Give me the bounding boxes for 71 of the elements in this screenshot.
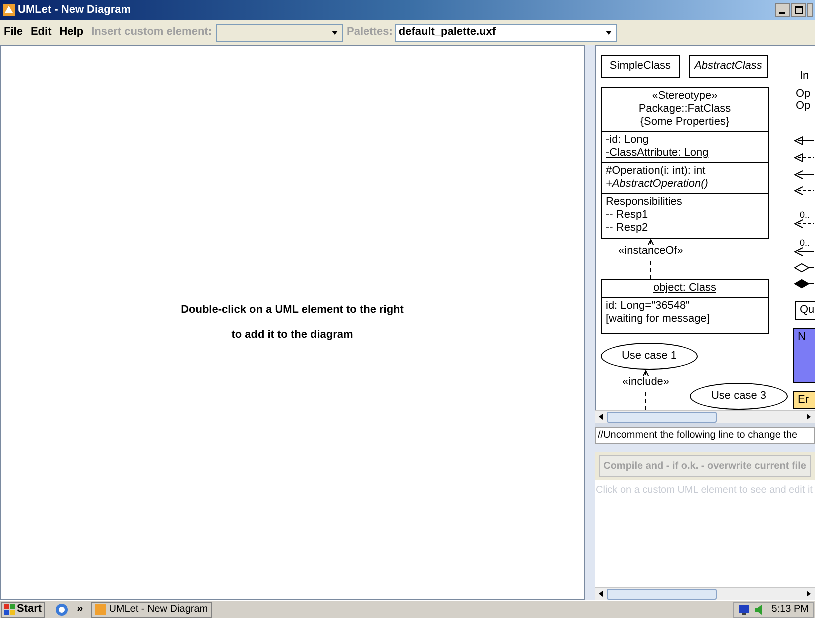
relation-arrow[interactable] [794,247,814,257]
dropdown-arrow-icon[interactable] [604,28,613,36]
speaker-icon [752,604,765,616]
multiplicity-label: 0.. [800,211,810,220]
uml-text: Responsibilities [606,196,684,209]
right-arrow-icon[interactable] [805,590,813,598]
uml-text: Op [796,88,811,101]
relation-arrow[interactable] [794,170,814,180]
app-icon [2,3,16,17]
relation-arrow[interactable] [794,219,814,229]
uml-text: [waiting for message] [606,313,711,326]
right-arrow-icon[interactable] [805,413,813,421]
network-icon [738,604,750,616]
start-button[interactable]: Start [1,602,46,618]
code-editor[interactable]: //Uncomment the following line to change the [595,427,815,444]
clock: 5:13 PM [772,603,809,617]
relation-arrow[interactable] [794,263,814,273]
app-icon [95,604,106,615]
uml-text: Package::FatClass [638,103,732,116]
menu-item[interactable]: File [4,24,23,41]
dropdown-value: default_palette.uxf [398,25,498,40]
class-box[interactable]: AbstractClass [689,55,768,78]
uml-text: -ClassAttribute: Long [606,147,710,160]
uml-text: +AbstractOperation() [606,178,710,191]
uml-text: object: Class [654,282,716,295]
diagram-canvas[interactable]: Double-click on a UML element to the right to add it to the diagram [0,45,585,600]
more-button[interactable]: » [77,601,84,618]
uml-text: «Stereotype» [652,90,718,103]
left-arrow-icon[interactable] [597,413,605,421]
relation-arrow[interactable] [794,186,814,196]
stereotype-label: «instanceOf» [618,245,684,258]
palette-dropdown[interactable]: default_palette.uxf [394,24,617,42]
class-box[interactable]: SimpleClass [601,55,680,78]
browser-icon[interactable] [55,602,70,616]
uml-text: -- Resp2 [606,222,650,235]
uml-text: #Operation(i: int): int [606,165,707,178]
multiplicity-label: 0.. [800,239,810,248]
maximize-button[interactable] [791,3,806,17]
uml-text: Op [796,100,811,113]
note-box[interactable]: Er [793,391,815,409]
uml-text: SimpleClass [610,60,672,73]
relation-arrow[interactable] [794,136,814,146]
object-box[interactable]: object: Class id: Long="36548" [waiting for message] [601,279,769,334]
menu-item[interactable]: Edit [30,24,52,41]
horizontal-scrollbar[interactable] [595,587,815,600]
uml-text: -id: Long [606,134,650,147]
note-box[interactable]: N [793,328,815,383]
dropdown-arrow-icon[interactable] [331,28,339,36]
uml-text: In [800,70,810,83]
diagram-hint: Double-click on a UML element to the right [181,303,404,318]
palettes-label: Palettes: [347,25,393,40]
horizontal-scrollbar[interactable] [595,410,815,423]
diagram-hint: to add it to the diagram [232,328,354,342]
uml-text: -- Resp1 [606,209,650,222]
taskbar-button[interactable]: UMLet - New Diagram [91,602,212,618]
uml-text: AbstractClass [694,60,762,73]
note-box[interactable]: Qu [795,301,815,320]
relation-arrow[interactable] [794,279,814,289]
uml-text: id: Long="36548" [606,300,691,313]
uml-text: {Some Properties} [640,116,730,129]
relation-arrow[interactable] [794,153,814,163]
stereotype-label: «include» [622,376,670,389]
class-box[interactable]: «Stereotype» Package::FatClass {Some Properties} -id: Long -ClassAttribute: Long #Operation(i: int): int +AbstractOperation() Responsibilities -- Resp1 -- Resp2 [601,87,769,239]
insert-label: Insert custom element: [92,25,212,40]
use-case-ellipse[interactable]: Use case 1 [601,343,698,370]
window-title: UMLet - New Diagram [18,2,132,18]
minimize-button[interactable] [775,3,790,17]
left-arrow-icon[interactable] [597,590,605,598]
menu-item[interactable]: Help [60,24,84,41]
windows-logo-icon [4,604,15,615]
use-case-ellipse[interactable]: Use case 3 [690,383,788,410]
